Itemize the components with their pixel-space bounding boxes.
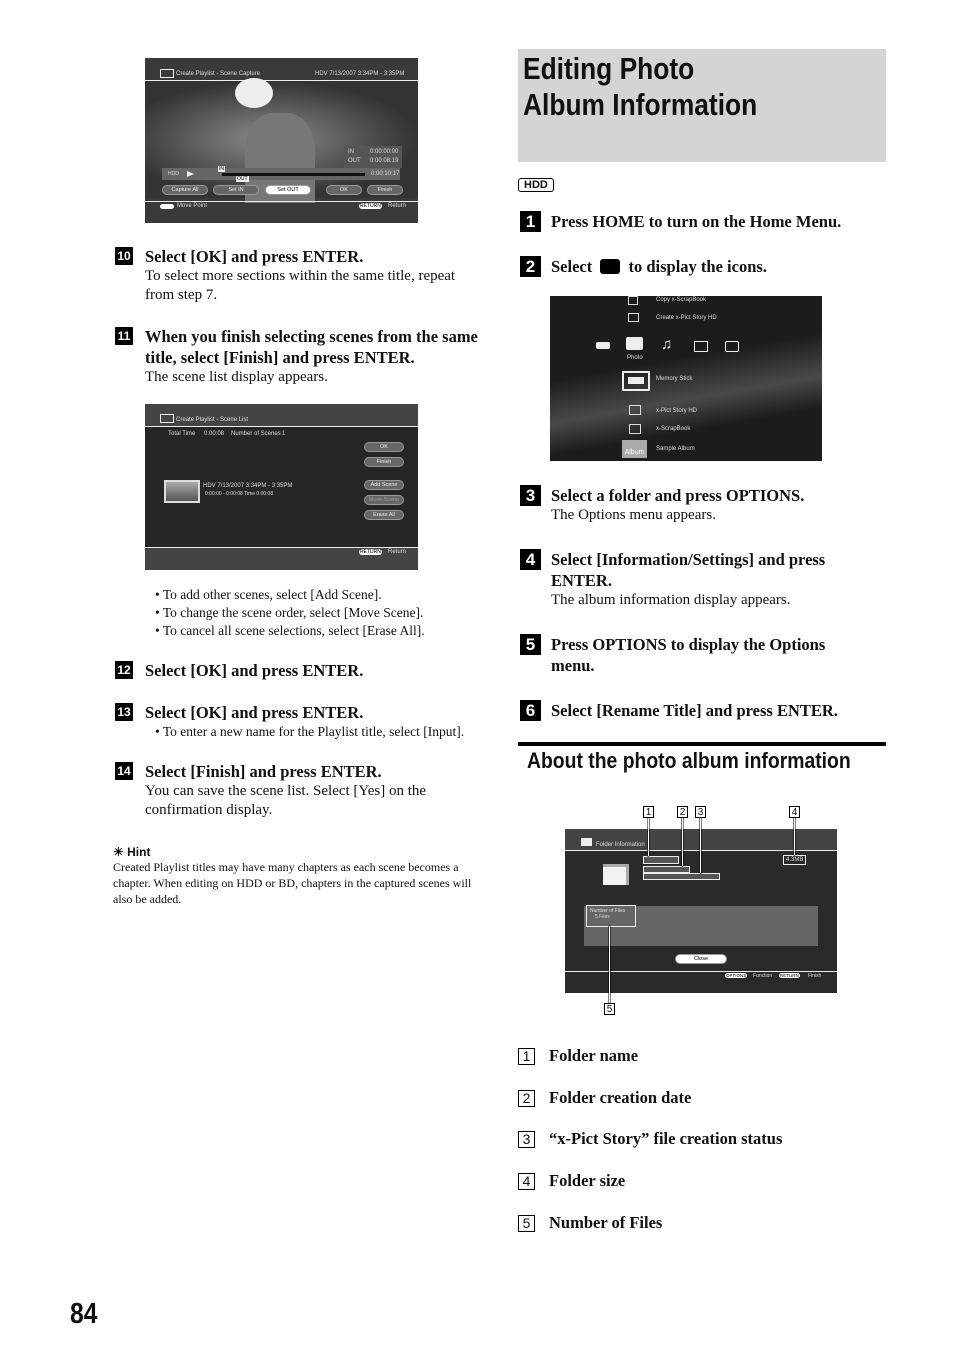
- story-icon: [628, 313, 639, 322]
- callout-1: 1: [643, 806, 654, 818]
- finish-button[interactable]: Finish: [367, 185, 403, 195]
- return-key-icon: RETURN: [359, 549, 382, 555]
- copy-scrapbook-icon: [628, 296, 638, 305]
- page-title: Editing Photo Album Information: [523, 51, 758, 122]
- finish-button[interactable]: Finish: [364, 457, 404, 467]
- step-12: 12 Select [OK] and press ENTER.: [115, 660, 363, 681]
- move-scene-button[interactable]: Move Scene: [364, 495, 404, 505]
- album-thumbnail[interactable]: Album: [622, 440, 647, 458]
- photo-category-icon[interactable]: [626, 337, 643, 350]
- step-2: 2 Select to display the icons.: [520, 256, 767, 277]
- manual-page: Create Playlist - Scene Capture HDV 7/13…: [0, 0, 954, 1351]
- callout-5: 5: [604, 1003, 615, 1015]
- step-6: 6 Select [Rename Title] and press ENTER.: [520, 700, 838, 721]
- screen-info: HDV 7/13/2007 3:34PM - 3:35PM: [315, 71, 405, 77]
- legend-item-1: 1 Folder name: [518, 1046, 638, 1066]
- page-number: 84: [70, 1298, 98, 1330]
- legend-item-4: 4 Folder size: [518, 1171, 625, 1191]
- step-3: 3 Select a folder and press OPTIONS. The…: [520, 485, 804, 525]
- music-icon[interactable]: ♫: [661, 336, 672, 353]
- number-of-files-box: Number of Files 5 Files: [586, 905, 636, 927]
- lightbulb-icon: ☀: [113, 845, 124, 859]
- close-button[interactable]: Close: [675, 954, 727, 964]
- folder-info-screenshot: Folder Information 4.3MB Number of Files…: [565, 829, 837, 993]
- legend-item-3: 3 “x-Pict Story” file creation status: [518, 1129, 782, 1149]
- callout-4: 4: [789, 806, 800, 818]
- home-menu-screenshot: Copy x-ScrapBook Create x-Pict Story HD …: [550, 296, 822, 461]
- camera-icon: [581, 838, 592, 846]
- callout-3: 3: [695, 806, 706, 818]
- ok-button[interactable]: OK: [364, 442, 404, 452]
- settings-toolbox-icon[interactable]: [596, 342, 610, 349]
- ball-image: [235, 78, 273, 108]
- callout-2: 2: [677, 806, 688, 818]
- set-out-button[interactable]: Set OUT: [265, 185, 311, 195]
- screen-title: Create Playlist - Scene Capture: [176, 71, 261, 77]
- set-in-button[interactable]: Set IN: [213, 185, 259, 195]
- scene-capture-screenshot: Create Playlist - Scene Capture HDV 7/13…: [145, 58, 418, 223]
- menu-item-copy-scrapbook[interactable]: Copy x-ScrapBook: [656, 297, 706, 303]
- hint-label: Hint: [127, 845, 151, 859]
- play-icon: [187, 171, 194, 177]
- film-icon: [160, 69, 174, 78]
- add-scene-button[interactable]: Add Scene: [364, 480, 404, 490]
- options-key-icon: OPTIONS: [725, 973, 748, 978]
- folder-name-field: [643, 856, 679, 864]
- erase-all-button[interactable]: Erase All: [364, 510, 404, 520]
- hint-text: Created Playlist titles may have many ch…: [113, 860, 472, 906]
- film-icon: [160, 414, 174, 423]
- menu-item-create-story[interactable]: Create x-Pict Story HD: [656, 315, 717, 321]
- menu-item-xscrapbook[interactable]: x-ScrapBook: [656, 426, 690, 432]
- folder-date-field: [643, 866, 690, 873]
- return-key-icon: RETURN: [779, 973, 800, 978]
- step-4: 4 Select [Information/Settings] and pres…: [520, 549, 850, 610]
- xpict-status-field: [643, 873, 720, 880]
- return-key-icon: RETURN: [359, 203, 382, 209]
- step-5: 5 Press OPTIONS to display the Options m…: [520, 634, 850, 676]
- video-film-icon[interactable]: [694, 341, 708, 352]
- title-banner: Editing Photo Album Information: [518, 49, 886, 162]
- section-divider: [518, 742, 886, 746]
- step-14: 14 Select [Finish] and press ENTER. You …: [115, 761, 465, 820]
- photo-camera-icon: [600, 259, 621, 274]
- menu-item-memory-stick[interactable]: Memory Stick: [656, 376, 692, 382]
- capture-all-button[interactable]: Capture All: [162, 185, 208, 195]
- step-1: 1 Press HOME to turn on the Home Menu.: [520, 211, 841, 232]
- scene-list-screenshot: Create Playlist - Scene List Total Time …: [145, 404, 418, 570]
- step-10: 10 Select [OK] and press ENTER. To selec…: [115, 246, 485, 305]
- menu-item-xpict-story[interactable]: x-Pict Story HD: [656, 408, 697, 414]
- step-13: 13 Select [OK] and press ENTER. • To ent…: [115, 702, 490, 741]
- input-icon[interactable]: [725, 341, 739, 352]
- folder-icon: [603, 864, 629, 885]
- hdd-badge: HDD: [518, 178, 554, 192]
- step-11: 11 When you finish selecting scenes from…: [115, 326, 485, 387]
- bullet-list: • To add other scenes, select [Add Scene…: [155, 587, 425, 638]
- scrapbook-icon: [629, 424, 641, 434]
- hint-box: ☀ Hint Created Playlist titles may have …: [113, 845, 485, 907]
- ok-button[interactable]: OK: [326, 185, 362, 195]
- scene-thumbnail[interactable]: [164, 480, 200, 503]
- section-heading: About the photo album information: [527, 748, 851, 773]
- story-folder-icon: [629, 405, 641, 415]
- menu-item-sample-album[interactable]: Sample Album: [656, 446, 695, 452]
- folder-size: 4.3MB: [783, 855, 807, 865]
- legend-item-5: 5 Number of Files: [518, 1213, 662, 1233]
- move-point-icon: [160, 204, 174, 209]
- legend-item-2: 2 Folder creation date: [518, 1088, 691, 1108]
- memory-stick-icon[interactable]: [622, 371, 650, 391]
